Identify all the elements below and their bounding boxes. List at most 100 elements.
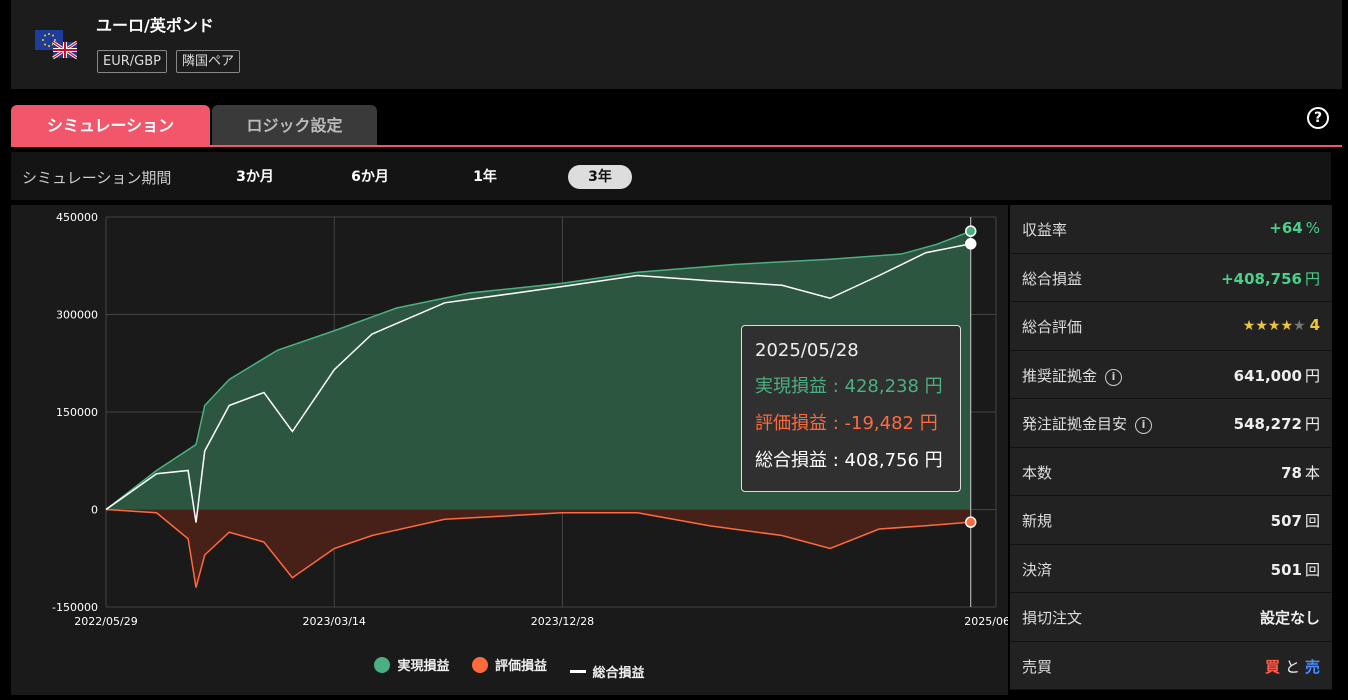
stat-value: +408,756 円 (1221, 268, 1320, 289)
sell-label: 売 (1304, 657, 1320, 676)
stat-label-text: 売買 (1022, 657, 1053, 676)
tab-logic-settings[interactable]: ロジック設定 (212, 105, 377, 146)
tooltip-total: 総合損益 : 408,756 円 (755, 450, 943, 471)
rating-number: 4 (1309, 316, 1320, 334)
stat-label: 推奨証拠金 i (1022, 365, 1123, 386)
y-tick-label: 300000 (56, 309, 98, 322)
stat-unit: 回 (1304, 512, 1320, 530)
stat-row-new-orders: 新規 507 回 (1010, 496, 1332, 545)
stat-number: +408,756 (1221, 269, 1302, 288)
stat-number: +64 (1269, 219, 1303, 237)
legend-total-swatch (569, 669, 586, 673)
stat-row-count: 本数 78 本 (1010, 447, 1332, 496)
stat-unit: 円 (1304, 415, 1320, 433)
period-6-months[interactable]: 6か月 (338, 165, 402, 189)
stat-row-order-margin: 発注証拠金目安 i 548,272 円 (1010, 399, 1332, 448)
stat-value: 548,272 円 (1234, 413, 1320, 434)
stat-label-text: 総合評価 (1022, 318, 1083, 336)
x-tick-label: 2023/03/14 (303, 615, 366, 628)
x-tick-label: 2023/12/28 (531, 615, 594, 628)
stat-value: 設定なし (1260, 607, 1320, 628)
stat-label-text: 新規 (1022, 512, 1053, 530)
period-3-months[interactable]: 3か月 (223, 165, 287, 189)
legend-realized-label: 実現損益 (397, 659, 450, 674)
legend-unrealized-swatch (471, 656, 488, 673)
stat-value: 買と売 (1265, 656, 1320, 677)
legend-unrealized-label: 評価損益 (494, 659, 547, 674)
stat-number: 507 (1270, 512, 1302, 530)
star-icon: ★ (1293, 318, 1306, 334)
legend-total-label: 総合損益 (592, 665, 645, 681)
y-tick-label: -150000 (52, 601, 98, 614)
profit-chart: 450000 300000 150000 0 -150000 2022/05/29 2023… (11, 205, 1028, 695)
stat-row-settlements: 決済 501 回 (1010, 544, 1332, 593)
legend-unrealized[interactable]: 評価損益 (471, 655, 547, 674)
stat-number: 設定なし (1259, 609, 1320, 627)
legend-total[interactable]: 総合損益 (569, 662, 645, 681)
stat-label: 新規 (1022, 510, 1052, 531)
x-tick-label: 2025/06/29 (964, 615, 1008, 628)
stat-row-trade-direction: 売買 買と売 (1010, 641, 1332, 690)
realized-marker (964, 225, 977, 237)
legend-realized-swatch (374, 656, 391, 673)
pair-header: ユーロ/英ポンド EUR/GBP 隣国ペア (11, 0, 1342, 89)
stat-unit: 本 (1304, 463, 1320, 482)
stat-value: 501 回 (1271, 559, 1320, 580)
stat-unit: 回 (1304, 560, 1320, 579)
tab-simulation[interactable]: シミュレーション (11, 105, 210, 146)
stat-unit: 円 (1304, 269, 1320, 288)
tooltip-date: 2025/05/28 (755, 340, 859, 361)
stat-value: 641,000 円 (1234, 365, 1320, 386)
star-icon: ★ (1255, 318, 1268, 334)
period-1-year[interactable]: 1年 (453, 165, 517, 189)
stat-label: 発注証拠金目安 i (1022, 413, 1153, 434)
y-tick-label: 450000 (56, 211, 98, 224)
stat-label-text: 発注証拠金目安 (1022, 415, 1128, 433)
unrealized-marker (964, 516, 977, 528)
stat-label-text: 推奨証拠金 (1022, 366, 1098, 385)
stats-panel: 収益率 +64% 総合損益 +408,756 円総合評価 ★★★★★ 4 推奨証拠金 i 641,… (1010, 205, 1332, 690)
total-marker (964, 238, 977, 250)
stat-number: 641,000 (1233, 366, 1302, 385)
y-tick-label: 150000 (56, 406, 98, 419)
stat-label: 収益率 (1022, 219, 1067, 240)
period-selector: シミュレーション期間 3か月 6か月 1年 3年 (11, 152, 1331, 200)
stat-number: 78 (1281, 463, 1302, 482)
and-label: と (1284, 657, 1300, 676)
tooltip-realized: 実現損益 : 428,238 円 (755, 376, 943, 397)
stat-label: 売買 (1022, 656, 1052, 677)
question-circle-icon[interactable]: ? (1307, 107, 1329, 129)
tooltip-unrealized: 評価損益 : -19,482 円 (755, 413, 938, 434)
stat-row-recommended-margin: 推奨証拠金 i 641,000 円 (1010, 350, 1332, 399)
stat-label-text: 本数 (1022, 463, 1053, 482)
stat-unit: % (1305, 219, 1320, 237)
stat-row-return-rate: 収益率 +64% (1010, 205, 1332, 254)
stat-value: ★★★★★ 4 (1243, 316, 1320, 334)
stat-label-text: 損切注文 (1022, 609, 1083, 627)
period-label: シミュレーション期間 (22, 169, 172, 187)
stat-label: 決済 (1022, 559, 1052, 580)
stat-label: 総合損益 (1022, 268, 1082, 289)
stat-label: 総合評価 (1022, 316, 1082, 337)
period-3-years[interactable]: 3年 (568, 165, 632, 189)
star-icon: ★ (1242, 318, 1256, 334)
pair-title: ユーロ/英ポンド (96, 16, 214, 35)
eu-uk-flag-icon (35, 30, 77, 60)
info-icon[interactable]: i (1105, 368, 1123, 386)
star-icon: ★ (1280, 318, 1293, 334)
unrealized-area (106, 509, 971, 588)
stat-value: 78 本 (1281, 462, 1320, 483)
stat-value: +64% (1269, 219, 1320, 237)
star-icon: ★ (1267, 318, 1281, 334)
tab-underline (11, 145, 1342, 147)
tag-symbol: EUR/GBP (97, 50, 167, 73)
chart-legend: 実現損益 評価損益 総合損益 (11, 655, 1008, 681)
tag-category: 隣国ペア (176, 50, 241, 73)
stat-row-total-profit: 総合損益 +408,756 円 (1010, 253, 1332, 302)
stat-label: 本数 (1022, 462, 1052, 483)
info-icon[interactable]: i (1135, 417, 1153, 434)
x-tick-label: 2022/05/29 (74, 615, 137, 628)
stat-row-stop-loss: 損切注文 設定なし (1010, 593, 1332, 642)
y-tick-label: 0 (91, 504, 98, 517)
legend-realized[interactable]: 実現損益 (374, 655, 449, 674)
